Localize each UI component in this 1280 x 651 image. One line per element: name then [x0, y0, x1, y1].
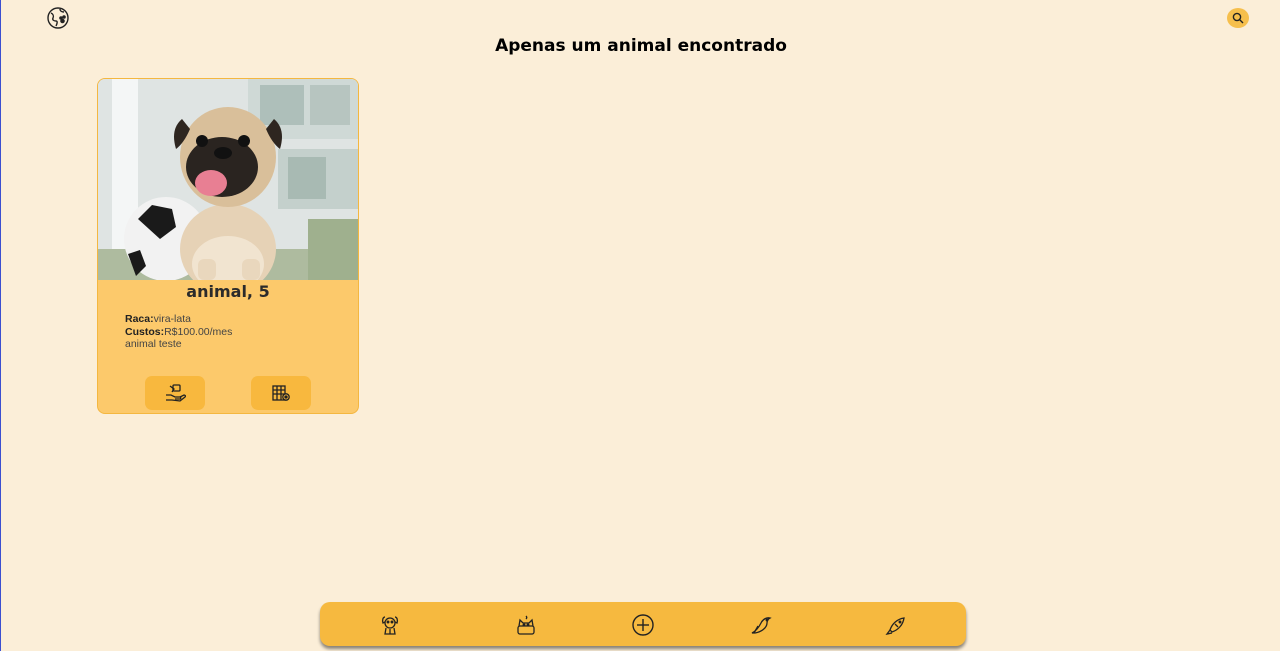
animal-card[interactable]: animal, 5 Raca:vira-lata Custos:R$100.00…	[97, 78, 359, 414]
adopt-hand-icon	[164, 383, 186, 403]
page-title: Apenas um animal encontrado	[495, 36, 787, 56]
add-circle-icon	[631, 613, 655, 637]
search-button[interactable]	[1227, 8, 1249, 28]
cat-icon	[515, 614, 537, 636]
nav-add[interactable]	[630, 612, 656, 638]
bottom-nav	[320, 602, 966, 646]
shelter-location-icon	[270, 383, 292, 403]
shelter-button[interactable]	[251, 376, 311, 410]
dog-icon	[379, 614, 401, 636]
globe-paw-icon	[46, 6, 70, 30]
nav-birds[interactable]	[748, 612, 774, 638]
breed-label: Raca:	[125, 313, 154, 325]
fish-icon	[885, 614, 909, 636]
nav-fish[interactable]	[884, 612, 910, 638]
nav-dogs[interactable]	[377, 612, 403, 638]
search-icon	[1232, 12, 1244, 24]
animal-description: animal teste	[125, 338, 182, 350]
breed-row: Raca:vira-lata	[125, 313, 232, 326]
bird-icon	[749, 614, 773, 636]
logo[interactable]	[45, 6, 71, 30]
cost-value: R$100.00/mes	[164, 325, 233, 338]
animal-name: animal, 5	[186, 282, 270, 301]
cost-label: Custos:	[125, 325, 165, 338]
adopt-button[interactable]	[145, 376, 205, 410]
breed-value: vira-lata	[153, 313, 191, 325]
cost-row: Custos:R$100.00/mes	[125, 326, 232, 339]
animal-photo	[98, 79, 358, 280]
nav-cats[interactable]	[513, 612, 539, 638]
animal-info: Raca:vira-lata Custos:R$100.00/mes anima…	[125, 313, 232, 351]
